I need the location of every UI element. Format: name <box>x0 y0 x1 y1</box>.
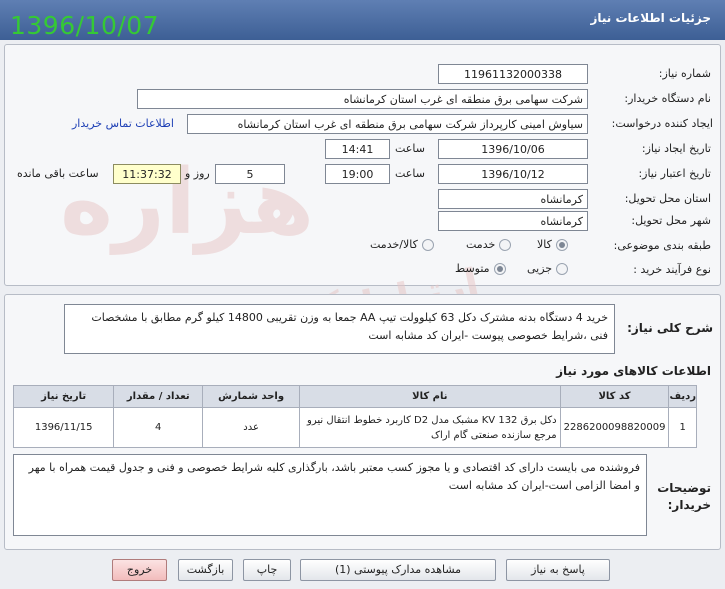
goods-table: ردیف کد کالا نام کالا واحد شمارش تعداد /… <box>12 385 697 448</box>
col-date: تاریخ نیاز <box>12 385 115 408</box>
validity-time-field: 19:00 <box>325 164 390 184</box>
days-label: روز و <box>185 167 210 180</box>
category-option-service[interactable]: خدمت <box>466 238 512 251</box>
province-field: کرمانشاه <box>438 189 588 209</box>
buyer-org-field: شرکت سهامی برق منطقه ای غرب استان کرمانش… <box>137 89 588 109</box>
process-option-minor[interactable]: جزیی <box>527 262 569 275</box>
col-qty: تعداد / مقدار <box>113 385 204 408</box>
requester-field: سیاوش امینی کارپرداز شرکت سهامی برق منطق… <box>187 114 588 134</box>
remaining-time-field: 11:37:32 <box>113 164 181 184</box>
cell-qty: 4 <box>113 407 204 448</box>
process-option-medium[interactable]: متوسط <box>455 262 506 275</box>
back-button[interactable]: بازگشت <box>178 559 233 581</box>
requester-label: ایجاد کننده درخواست: <box>611 117 713 130</box>
remaining-label: ساعت باقی مانده <box>17 167 99 180</box>
created-time-label: ساعت <box>395 142 425 155</box>
cell-code: 2286200098820009 <box>559 407 670 448</box>
validity-date-field: 1396/10/12 <box>438 164 588 184</box>
cell-row: 1 <box>668 407 697 448</box>
buyer-org-label: نام دستگاه خریدار: <box>624 92 711 105</box>
radio-icon[interactable] <box>421 238 434 251</box>
reply-button[interactable]: پاسخ به نیاز <box>506 559 610 581</box>
created-date-label: تاریخ ایجاد نیاز: <box>641 142 711 155</box>
need-number-label: شماره نیاز: <box>658 67 711 80</box>
created-time-field: 14:41 <box>325 139 390 159</box>
col-name: نام کالا <box>299 385 561 408</box>
buyer-notes-label: توضیحات خریدار: <box>657 481 711 512</box>
summary-label: شرح کلی نیاز: <box>627 321 713 335</box>
category-option-goods-service[interactable]: کالا/خدمت <box>370 238 434 251</box>
city-field: کرمانشاه <box>438 211 588 231</box>
process-label: نوع فرآیند خرید : <box>633 263 711 276</box>
cell-name: دکل برق 132 KV مشبک مدل D2 کاربرد خطوط ا… <box>299 407 561 448</box>
view-attachments-button[interactable]: مشاهده مدارک پیوستی (1) <box>300 559 496 581</box>
category-label: طبقه بندی موضوعی: <box>613 239 711 252</box>
col-unit: واحد شمارش <box>202 385 301 408</box>
radio-icon[interactable] <box>499 238 512 251</box>
col-code: کد کالا <box>559 385 670 408</box>
page-title: جزئیات اطلاعات نیاز <box>590 11 711 25</box>
goods-section-title: اطلاعات کالاهای مورد نیاز <box>556 364 711 378</box>
exit-button[interactable]: خروج <box>112 559 167 581</box>
created-date-field: 1396/10/06 <box>438 139 588 159</box>
radio-icon[interactable] <box>556 262 569 275</box>
cell-date: 1396/11/15 <box>12 407 115 448</box>
buyer-notes-textbox: فروشنده می بایست دارای کد اقتصادی و یا م… <box>13 454 647 536</box>
cell-unit: عدد <box>202 407 301 448</box>
city-label: شهر محل تحویل: <box>631 214 711 227</box>
days-remaining-field: 5 <box>215 164 285 184</box>
print-button[interactable]: چاپ <box>243 559 291 581</box>
buyer-contact-link[interactable]: اطلاعات تماس خریدار <box>72 117 174 130</box>
col-row: ردیف <box>668 385 697 408</box>
radio-selected-icon[interactable] <box>493 262 506 275</box>
table-row: 1 2286200098820009 دکل برق 132 KV مشبک م… <box>12 407 697 448</box>
radio-selected-icon[interactable] <box>555 238 568 251</box>
validity-time-label: ساعت <box>395 167 425 180</box>
need-number-field: 11961132000338 <box>438 64 588 84</box>
province-label: استان محل تحویل: <box>624 192 711 205</box>
summary-textbox: خرید 4 دستگاه بدنه مشترک دکل 63 کیلوولت … <box>64 304 615 354</box>
category-option-goods[interactable]: کالا <box>537 238 568 251</box>
validity-date-label: تاریخ اعتبار نیاز: <box>638 167 711 180</box>
date-stamp: 1396/10/07 <box>10 11 160 40</box>
